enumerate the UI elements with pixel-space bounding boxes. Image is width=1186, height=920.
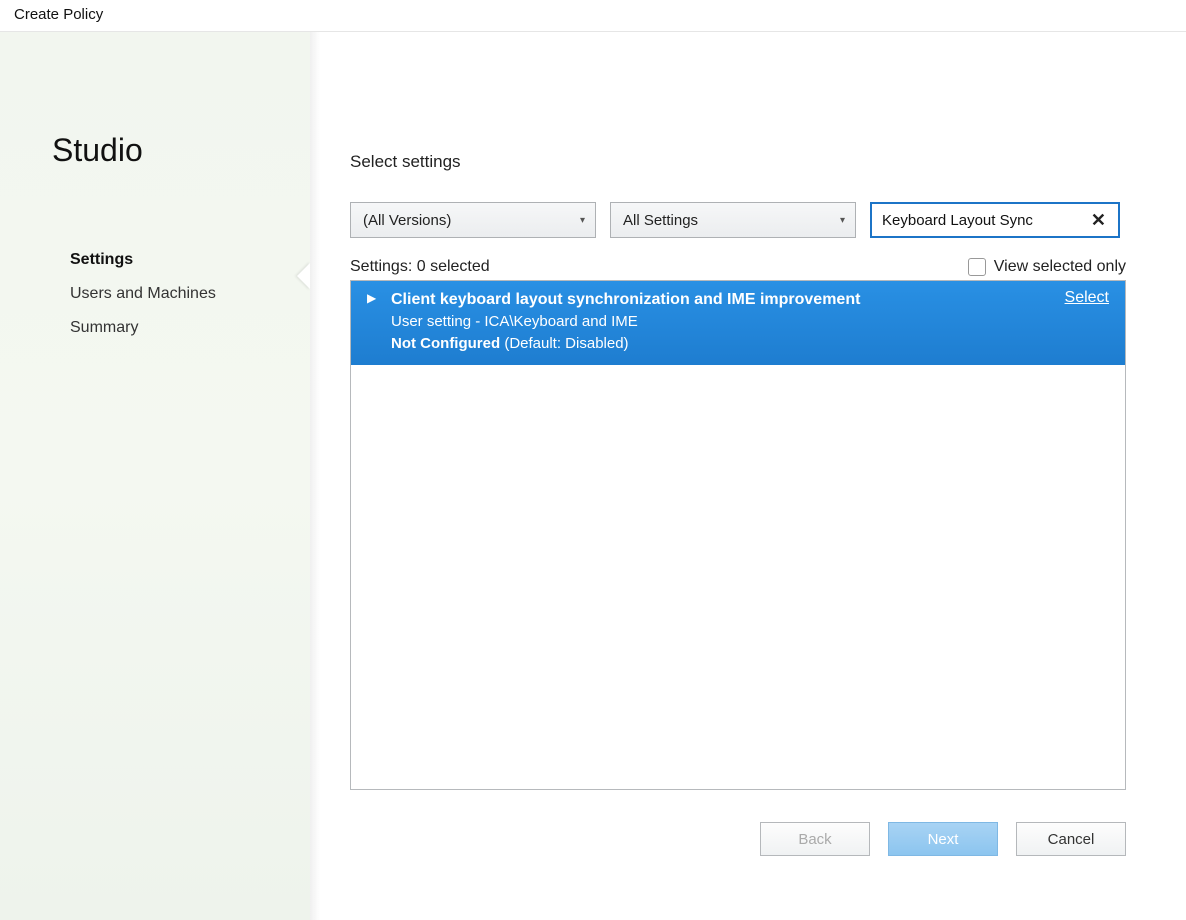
selected-count: Settings: 0 selected <box>350 258 490 276</box>
checkbox-icon <box>968 258 986 276</box>
result-title: Client keyboard layout synchronization a… <box>391 289 1111 311</box>
search-input[interactable] <box>882 212 1087 229</box>
active-pointer-icon <box>297 262 311 290</box>
scope-dropdown-label: All Settings <box>623 212 698 229</box>
view-selected-only-toggle[interactable]: View selected only <box>968 258 1126 276</box>
view-selected-only-label: View selected only <box>994 258 1126 276</box>
filter-row: (All Versions) ▾ All Settings ▾ ✕ <box>350 202 1126 238</box>
back-button[interactable]: Back <box>760 822 870 856</box>
workspace: Studio Settings Users and Machines Summa… <box>0 32 1186 920</box>
search-field-wrap[interactable]: ✕ <box>870 202 1120 238</box>
sidebar-item-users-machines[interactable]: Users and Machines <box>52 277 310 311</box>
sidebar-item-settings[interactable]: Settings <box>52 243 310 277</box>
clear-search-icon[interactable]: ✕ <box>1087 210 1110 231</box>
wizard-buttons: Back Next Cancel <box>760 822 1126 856</box>
scope-dropdown[interactable]: All Settings ▾ <box>610 202 856 238</box>
expand-icon[interactable]: ▶ <box>367 291 376 305</box>
count-row: Settings: 0 selected View selected only <box>350 258 1126 276</box>
result-state-value: Not Configured <box>391 335 500 352</box>
chevron-down-icon: ▾ <box>840 215 845 226</box>
cancel-button[interactable]: Cancel <box>1016 822 1126 856</box>
count-value: 0 selected <box>417 258 490 275</box>
select-link[interactable]: Select <box>1065 289 1109 307</box>
next-button[interactable]: Next <box>888 822 998 856</box>
window-title: Create Policy <box>0 0 1186 32</box>
main-panel: Select settings (All Versions) ▾ All Set… <box>310 32 1186 920</box>
versions-dropdown-label: (All Versions) <box>363 212 451 229</box>
result-item[interactable]: ▶ Client keyboard layout synchronization… <box>351 281 1125 365</box>
sidebar-heading: Studio <box>52 132 310 169</box>
result-state-default: (Default: Disabled) <box>504 335 628 352</box>
versions-dropdown[interactable]: (All Versions) ▾ <box>350 202 596 238</box>
sidebar-item-summary[interactable]: Summary <box>52 311 310 345</box>
page-title: Select settings <box>350 152 1126 172</box>
result-state: Not Configured (Default: Disabled) <box>391 333 1111 355</box>
chevron-down-icon: ▾ <box>580 215 585 226</box>
results-list[interactable]: ▶ Client keyboard layout synchronization… <box>350 280 1126 790</box>
count-prefix: Settings: <box>350 258 412 275</box>
result-path: User setting - ICA\Keyboard and IME <box>391 311 1111 333</box>
sidebar: Studio Settings Users and Machines Summa… <box>0 32 310 920</box>
